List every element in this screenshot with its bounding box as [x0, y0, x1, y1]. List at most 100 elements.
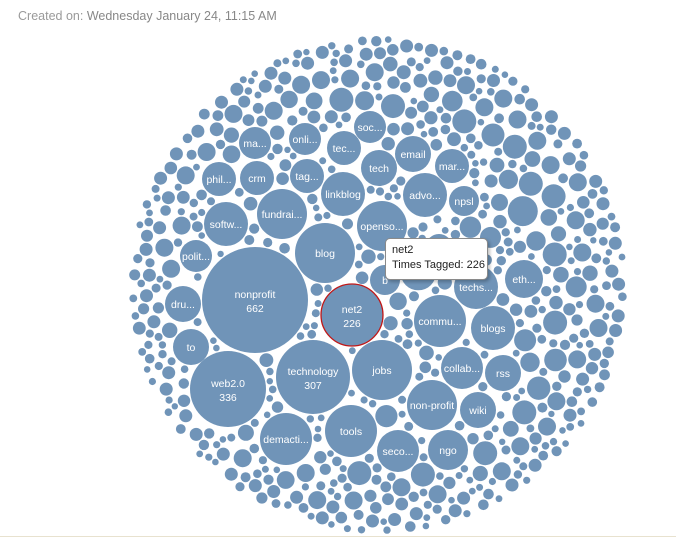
filler-bubble[interactable] — [415, 63, 424, 72]
filler-bubble[interactable] — [491, 65, 499, 73]
filler-bubble[interactable] — [431, 286, 440, 295]
filler-bubble[interactable] — [414, 339, 422, 347]
filler-bubble[interactable] — [343, 482, 352, 492]
filler-bubble[interactable] — [573, 243, 592, 262]
filler-bubble[interactable] — [515, 319, 525, 328]
filler-bubble[interactable] — [610, 222, 621, 233]
bubble-web2-0[interactable]: web2.0 336 — [190, 351, 266, 427]
bubble-ngo[interactable]: ngo — [428, 430, 468, 470]
filler-bubble[interactable] — [360, 396, 368, 404]
filler-bubble[interactable] — [557, 126, 571, 140]
filler-bubble[interactable] — [263, 474, 274, 485]
bubble-non-profit[interactable]: non-profit — [407, 380, 457, 430]
filler-bubble[interactable] — [151, 184, 160, 193]
filler-bubble[interactable] — [312, 204, 320, 212]
filler-bubble[interactable] — [475, 87, 483, 95]
filler-bubble[interactable] — [169, 147, 183, 161]
filler-bubble[interactable] — [518, 171, 543, 196]
filler-bubble[interactable] — [328, 521, 335, 528]
filler-bubble[interactable] — [382, 493, 394, 506]
filler-bubble[interactable] — [222, 145, 241, 164]
filler-bubble[interactable] — [251, 70, 258, 77]
bubble-rss[interactable]: rss — [485, 355, 521, 391]
filler-bubble[interactable] — [511, 437, 530, 456]
filler-bubble[interactable] — [491, 425, 499, 433]
filler-bubble[interactable] — [589, 174, 603, 188]
filler-bubble[interactable] — [508, 110, 527, 129]
filler-bubble[interactable] — [146, 209, 153, 217]
filler-bubble[interactable] — [435, 354, 443, 361]
filler-bubble[interactable] — [296, 464, 315, 482]
filler-bubble[interactable] — [512, 349, 520, 357]
filler-bubble[interactable] — [481, 123, 505, 147]
filler-bubble[interactable] — [303, 48, 310, 56]
filler-bubble[interactable] — [566, 423, 575, 431]
filler-bubble[interactable] — [354, 260, 363, 269]
filler-bubble[interactable] — [213, 344, 220, 352]
filler-bubble[interactable] — [147, 315, 161, 329]
bubble-eth[interactable]: eth... — [505, 260, 543, 298]
filler-bubble[interactable] — [495, 246, 505, 255]
bubble-technology[interactable]: technology 307 — [276, 340, 350, 414]
filler-bubble[interactable] — [329, 87, 354, 112]
filler-bubble[interactable] — [513, 394, 521, 401]
filler-bubble[interactable] — [501, 445, 511, 455]
filler-bubble[interactable] — [487, 74, 500, 87]
filler-bubble[interactable] — [337, 473, 347, 483]
filler-bubble[interactable] — [233, 449, 252, 468]
filler-bubble[interactable] — [248, 479, 262, 493]
filler-bubble[interactable] — [372, 463, 382, 473]
filler-bubble[interactable] — [273, 59, 282, 68]
filler-bubble[interactable] — [532, 323, 542, 333]
filler-bubble[interactable] — [174, 183, 182, 191]
filler-bubble[interactable] — [599, 369, 610, 381]
filler-bubble[interactable] — [189, 212, 198, 221]
filler-bubble[interactable] — [501, 228, 510, 237]
filler-bubble[interactable] — [582, 265, 598, 281]
filler-bubble[interactable] — [468, 487, 476, 495]
filler-bubble[interactable] — [244, 235, 255, 245]
filler-bubble[interactable] — [331, 76, 339, 84]
filler-bubble[interactable] — [463, 510, 471, 518]
filler-bubble[interactable] — [558, 370, 571, 383]
filler-bubble[interactable] — [258, 456, 267, 465]
filler-bubble[interactable] — [475, 98, 494, 117]
filler-bubble[interactable] — [513, 470, 523, 479]
filler-bubble[interactable] — [538, 450, 549, 461]
filler-bubble[interactable] — [585, 340, 594, 348]
filler-bubble[interactable] — [324, 110, 338, 124]
filler-bubble[interactable] — [361, 81, 371, 90]
filler-bubble[interactable] — [543, 310, 568, 335]
filler-bubble[interactable] — [477, 118, 485, 126]
filler-bubble[interactable] — [410, 97, 418, 105]
filler-bubble[interactable] — [176, 190, 190, 204]
filler-bubble[interactable] — [574, 236, 582, 243]
filler-bubble[interactable] — [213, 441, 221, 449]
filler-bubble[interactable] — [335, 121, 343, 129]
filler-bubble[interactable] — [599, 358, 609, 369]
filler-bubble[interactable] — [405, 106, 418, 119]
filler-bubble[interactable] — [602, 346, 614, 359]
filler-bubble[interactable] — [572, 387, 582, 397]
filler-bubble[interactable] — [487, 88, 495, 96]
filler-bubble[interactable] — [380, 330, 389, 339]
filler-bubble[interactable] — [501, 392, 511, 402]
filler-bubble[interactable] — [598, 236, 608, 246]
filler-bubble[interactable] — [274, 84, 284, 94]
filler-bubble[interactable] — [193, 163, 200, 171]
filler-bubble[interactable] — [339, 465, 347, 473]
filler-bubble[interactable] — [559, 427, 566, 434]
filler-bubble[interactable] — [327, 487, 335, 495]
filler-bubble[interactable] — [145, 258, 155, 268]
filler-bubble[interactable] — [423, 514, 431, 521]
filler-bubble[interactable] — [314, 451, 327, 464]
filler-bubble[interactable] — [474, 141, 483, 150]
filler-bubble[interactable] — [154, 171, 168, 185]
filler-bubble[interactable] — [196, 450, 204, 458]
filler-bubble[interactable] — [230, 82, 244, 96]
filler-bubble[interactable] — [357, 60, 365, 69]
filler-bubble[interactable] — [579, 150, 589, 160]
filler-bubble[interactable] — [396, 176, 406, 186]
filler-bubble[interactable] — [618, 292, 627, 302]
filler-bubble[interactable] — [590, 237, 597, 244]
